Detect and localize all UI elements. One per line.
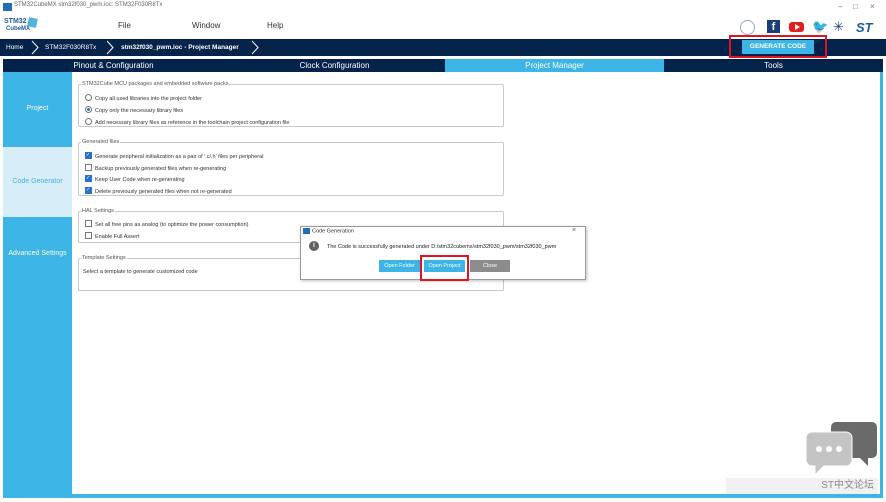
project-manager-content: STM32Cube MCU packages and embedded soft… xyxy=(72,72,880,494)
check-free-pins-analog[interactable]: Set all free pins as analog (to optimize… xyxy=(85,220,248,229)
tab-clock[interactable]: Clock Configuration xyxy=(224,59,445,72)
sidebar-item-code-generator[interactable]: Code Generator xyxy=(3,147,72,217)
window-title: STM32CubeMX stm32f030_pwm.ioc: STM32F030… xyxy=(14,2,163,8)
menu-help[interactable]: Help xyxy=(267,21,283,30)
generated-files-group: Generated files Generate peripheral init… xyxy=(78,139,504,196)
hal-settings-legend: HAL Settings xyxy=(82,208,114,214)
radio-copy-all[interactable]: Copy all used libraries into the project… xyxy=(85,94,202,103)
right-border xyxy=(880,72,883,494)
st-logo[interactable]: ST xyxy=(856,20,873,35)
tab-tools[interactable]: Tools xyxy=(664,59,883,72)
checkbox-checked-icon[interactable] xyxy=(85,186,92,195)
radio-icon[interactable] xyxy=(85,94,92,102)
check-delete-previous[interactable]: Delete previously generated files when n… xyxy=(85,186,232,196)
window-title-bar: STM32CubeMX stm32f030_pwm.ioc: STM32F030… xyxy=(0,0,886,15)
radio-add-reference[interactable]: Add necessary library files as reference… xyxy=(85,118,289,127)
packages-group: STM32Cube MCU packages and embedded soft… xyxy=(78,81,504,127)
sidebar-item-advanced-settings[interactable]: Advanced Settings xyxy=(3,247,72,261)
menu-file[interactable]: File xyxy=(118,21,131,30)
dialog-message: The Code is successfully generated under… xyxy=(327,244,557,250)
check-generate-peripheral[interactable]: Generate peripheral initialization as a … xyxy=(85,151,263,161)
radio-icon[interactable] xyxy=(85,118,92,126)
tab-project-manager[interactable]: Project Manager xyxy=(445,59,664,72)
anniversary-icon[interactable] xyxy=(740,20,755,35)
checkbox-icon[interactable] xyxy=(85,220,92,228)
radio-selected-icon[interactable] xyxy=(85,106,92,114)
check-keep-user-code[interactable]: Keep User Code when re-generating xyxy=(85,174,185,184)
minimize-button[interactable]: – xyxy=(838,1,842,13)
youtube-icon[interactable] xyxy=(789,22,804,32)
info-icon: i xyxy=(309,241,319,251)
sidebar-item-project[interactable]: Project xyxy=(3,102,72,116)
bottom-border xyxy=(3,494,883,498)
generated-files-legend: Generated files xyxy=(82,139,120,145)
checkbox-icon[interactable] xyxy=(85,164,92,172)
open-folder-button[interactable]: Open Folder xyxy=(379,260,420,272)
breadcrumb-mcu[interactable]: STM32F030R8Tx xyxy=(45,39,96,56)
dialog-close-icon[interactable]: × xyxy=(572,227,576,234)
stm32cubemx-logo: STM32 CubeMX xyxy=(4,17,38,36)
tab-pinout[interactable]: Pinout & Configuration xyxy=(3,59,224,72)
highlight-box xyxy=(420,255,469,281)
app-icon xyxy=(3,3,12,11)
template-settings-text: Select a template to generate customized… xyxy=(83,269,198,275)
main-tabs: Pinout & Configuration Clock Configurati… xyxy=(3,59,883,72)
packages-legend: STM32Cube MCU packages and embedded soft… xyxy=(82,81,229,87)
sidebar: Project Code Generator Advanced Settings xyxy=(3,72,72,494)
menu-window[interactable]: Window xyxy=(192,21,220,30)
check-full-assert[interactable]: Enable Full Assert xyxy=(85,232,139,241)
checkbox-checked-icon[interactable] xyxy=(85,151,92,160)
radio-copy-necessary[interactable]: Copy only the necessary library files xyxy=(85,106,183,115)
twitter-icon[interactable]: 🐦 xyxy=(812,20,828,33)
chevron-right-icon xyxy=(106,40,114,55)
network-icon[interactable]: ✳ xyxy=(833,20,846,33)
close-button[interactable]: Close xyxy=(470,260,510,272)
chevron-right-icon xyxy=(251,40,259,55)
check-backup[interactable]: Backup previously generated files when r… xyxy=(85,164,226,173)
highlight-box xyxy=(729,35,827,58)
chevron-right-icon xyxy=(31,40,39,55)
dialog-title: Code Generation xyxy=(303,228,354,236)
app-icon xyxy=(303,228,310,234)
breadcrumb-project[interactable]: stm32f030_pwm.ioc - Project Manager xyxy=(121,39,239,56)
template-settings-legend: Template Settings xyxy=(82,255,126,261)
window-close-button[interactable]: × xyxy=(870,1,875,13)
maximize-button[interactable]: □ xyxy=(853,1,858,13)
chat-icon[interactable] xyxy=(806,420,878,478)
watermark: ST中文论坛 xyxy=(726,478,878,494)
checkbox-icon[interactable] xyxy=(85,232,92,240)
breadcrumb-home[interactable]: Home xyxy=(6,39,23,56)
checkbox-checked-icon[interactable] xyxy=(85,174,92,183)
facebook-icon[interactable]: f xyxy=(767,20,780,33)
